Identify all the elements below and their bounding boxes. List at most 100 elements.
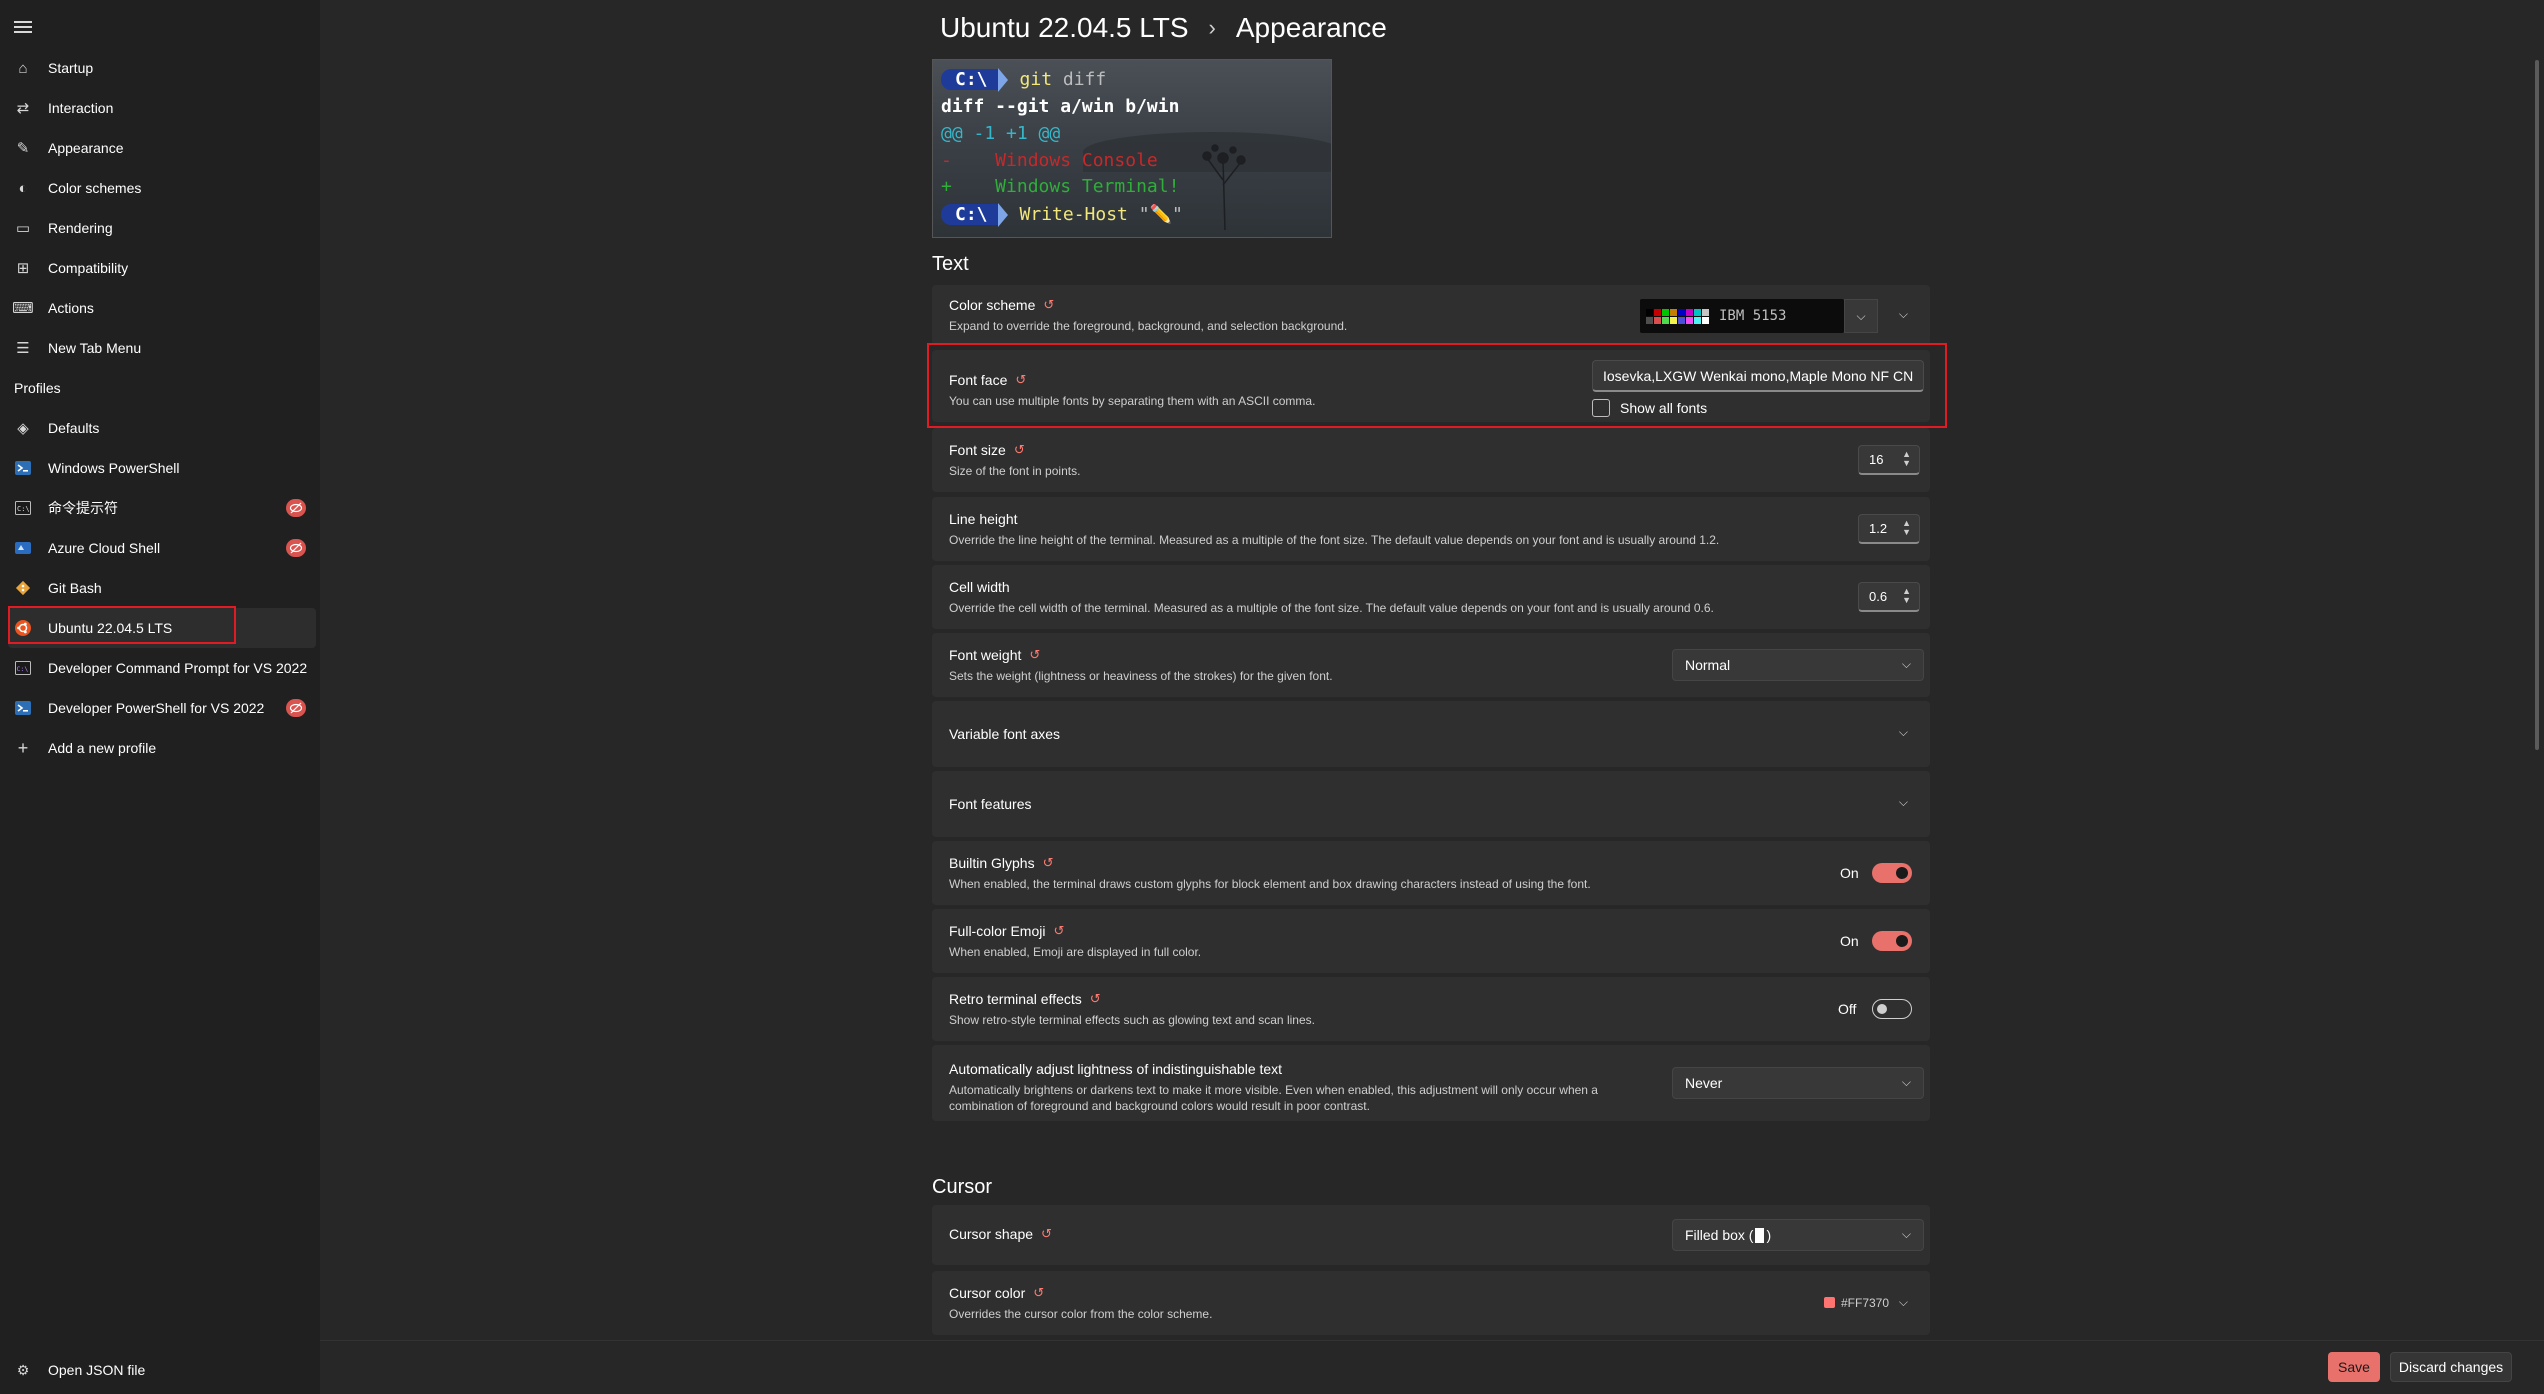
line-height-card: Line height Override the line height of …: [932, 497, 1930, 561]
expand-chevron-icon[interactable]: ⌵: [1899, 307, 1908, 322]
retro-effects-toggle[interactable]: [1872, 999, 1912, 1019]
color-swatch: [1662, 316, 1669, 324]
setting-desc: Size of the font in points.: [949, 464, 1081, 478]
reset-icon[interactable]: ↺: [1029, 647, 1040, 663]
rocket-icon: ⌂: [18, 59, 28, 77]
sidebar-item-appearance[interactable]: ✎ Appearance: [0, 128, 320, 168]
setting-desc: When enabled, Emoji are displayed in ful…: [949, 945, 1202, 959]
reset-icon[interactable]: ↺: [1090, 991, 1101, 1007]
terminal-preview: C:\ git diff diff --git a/win b/win @@ -1…: [932, 59, 1332, 238]
ubuntu-icon: [14, 619, 32, 637]
footer-divider: [320, 1340, 2544, 1341]
sidebar-item-label: Defaults: [48, 420, 100, 436]
setting-desc: combination of foreground and background…: [949, 1099, 1370, 1113]
color-swatch: [1702, 308, 1709, 316]
reset-icon[interactable]: ↺: [1053, 923, 1064, 939]
reset-icon[interactable]: ↺: [1014, 442, 1025, 458]
spinner-icon[interactable]: ▲ ▼: [1902, 519, 1911, 537]
sidebar-item-label: Startup: [48, 60, 94, 76]
sidebar-item-git-bash[interactable]: Git Bash: [0, 568, 320, 608]
spinner-icon[interactable]: ▲ ▼: [1902, 587, 1911, 605]
flower-silhouette: [1202, 144, 1246, 230]
pen-icon: ✎: [16, 140, 30, 157]
sidebar-item-dev-powershell-vs2022[interactable]: Developer PowerShell for VS 2022: [0, 688, 320, 728]
reset-icon[interactable]: ↺: [1043, 297, 1054, 313]
setting-title: Full-color Emoji: [949, 923, 1046, 939]
cell-width-input[interactable]: 0.6 ▲ ▼: [1858, 582, 1920, 612]
open-json-label: Open JSON file: [48, 1362, 146, 1378]
sidebar-item-actions[interactable]: ⌨ Actions: [0, 288, 320, 328]
dropdown-value: Filled box (: [1685, 1227, 1754, 1243]
setting-desc: Override the cell width of the terminal.…: [949, 601, 1714, 615]
page-title: Ubuntu 22.04.5 LTS › Appearance: [940, 12, 1387, 44]
breadcrumb-chevron-icon: ›: [1208, 15, 1216, 40]
reset-icon[interactable]: ↺: [1033, 1285, 1044, 1301]
sidebar-item-interaction[interactable]: ⇄ Interaction: [0, 88, 320, 128]
reset-icon[interactable]: ↺: [1041, 1226, 1052, 1242]
toggle-state-label: Off: [1838, 1001, 1857, 1017]
line-height-input[interactable]: 1.2 ▲ ▼: [1858, 514, 1920, 544]
setting-title: Variable font axes: [949, 726, 1061, 742]
cursor-color-card[interactable]: Cursor color ↺ Overrides the cursor color…: [932, 1271, 1930, 1335]
color-swatch: [1662, 308, 1669, 316]
color-swatch: [1670, 316, 1677, 324]
breadcrumb-profile[interactable]: Ubuntu 22.04.5 LTS: [940, 12, 1189, 44]
sidebar-item-windows-powershell[interactable]: Windows PowerShell: [0, 448, 320, 488]
sidebar-item-defaults[interactable]: ◈ Defaults: [0, 408, 320, 448]
hidden-profile-icon: [286, 499, 306, 517]
open-json-button[interactable]: ⚙ Open JSON file: [0, 1350, 320, 1390]
cursor-color-swatch: [1824, 1297, 1835, 1308]
setting-desc: When enabled, the terminal draws custom …: [949, 877, 1591, 891]
setting-desc: Show retro-style terminal effects such a…: [949, 1013, 1315, 1027]
sidebar-item-azure-cloud-shell[interactable]: Azure Cloud Shell: [0, 528, 320, 568]
sidebar-item-new-tab-menu[interactable]: ☰ New Tab Menu: [0, 328, 320, 368]
svg-text:C:\: C:\: [17, 665, 29, 673]
font-features-card[interactable]: Font features ⌵: [932, 771, 1930, 837]
cursor-shape-dropdown[interactable]: Filled box () ⌵: [1672, 1219, 1924, 1251]
sidebar-item-cmd[interactable]: C:\ 命令提示符: [0, 488, 320, 528]
expand-chevron-icon[interactable]: ⌵: [1899, 1295, 1908, 1310]
sidebar-item-label: Developer PowerShell for VS 2022: [48, 700, 265, 716]
spinner-icon[interactable]: ▲ ▼: [1902, 450, 1911, 468]
hamburger-menu-icon[interactable]: [14, 18, 32, 36]
color-swatch: [1686, 308, 1693, 316]
sidebar-item-label: Rendering: [48, 220, 113, 236]
setting-title: Cursor shape: [949, 1226, 1034, 1242]
full-color-emoji-toggle[interactable]: [1872, 931, 1912, 951]
interaction-icon: ⇄: [16, 100, 30, 117]
compatibility-icon: ⊞: [16, 260, 30, 277]
sidebar-item-label: 命令提示符: [48, 500, 118, 516]
auto-adjust-dropdown[interactable]: Never ⌵: [1672, 1067, 1924, 1099]
font-face-input[interactable]: Iosevka,LXGW Wenkai mono,Maple Mono NF C…: [1592, 360, 1924, 392]
expand-chevron-icon[interactable]: ⌵: [1899, 795, 1908, 810]
sidebar-item-startup[interactable]: ⌂ Startup: [0, 48, 320, 88]
color-scheme-preview[interactable]: IBM 5153: [1640, 299, 1844, 333]
sidebar-item-compatibility[interactable]: ⊞ Compatibility: [0, 248, 320, 288]
sidebar-item-ubuntu[interactable]: Ubuntu 22.04.5 LTS: [8, 608, 316, 648]
sidebar-item-add-profile[interactable]: + Add a new profile: [0, 728, 320, 768]
sidebar-item-rendering[interactable]: ▭ Rendering: [0, 208, 320, 248]
preview-line-3: @@ -1 +1 @@: [941, 123, 1061, 144]
reset-icon[interactable]: ↺: [1015, 372, 1026, 388]
setting-desc: Automatically brightens or darkens text …: [949, 1083, 1598, 1097]
font-weight-dropdown[interactable]: Normal ⌵: [1672, 649, 1924, 681]
dropdown-value-suffix: ): [1766, 1227, 1772, 1243]
reset-icon[interactable]: ↺: [1043, 855, 1054, 871]
variable-font-axes-card[interactable]: Variable font axes ⌵: [932, 701, 1930, 767]
builtin-glyphs-toggle[interactable]: [1872, 863, 1912, 883]
font-size-input[interactable]: 16 ▲ ▼: [1858, 445, 1920, 475]
expand-chevron-icon[interactable]: ⌵: [1899, 725, 1908, 740]
color-swatch: [1686, 316, 1693, 324]
save-button[interactable]: Save: [2328, 1352, 2380, 1382]
scrollbar[interactable]: [2535, 60, 2539, 750]
sidebar-item-dev-cmd-vs2022[interactable]: C:\ Developer Command Prompt for VS 2022: [0, 648, 320, 688]
color-swatch: [1646, 316, 1653, 324]
discard-changes-button[interactable]: Discard changes: [2390, 1352, 2512, 1382]
color-scheme-value: IBM 5153: [1719, 308, 1787, 324]
vs-powershell-icon: [14, 699, 32, 717]
color-scheme-card[interactable]: Color scheme ↺ Expand to override the for…: [932, 285, 1930, 345]
color-scheme-dropdown-button[interactable]: ⌵: [1844, 299, 1878, 333]
preview-arg: "✏️": [1138, 204, 1183, 225]
sidebar-item-color-schemes[interactable]: ◐ Color schemes: [0, 168, 320, 208]
show-all-fonts-checkbox[interactable]: [1592, 399, 1610, 417]
